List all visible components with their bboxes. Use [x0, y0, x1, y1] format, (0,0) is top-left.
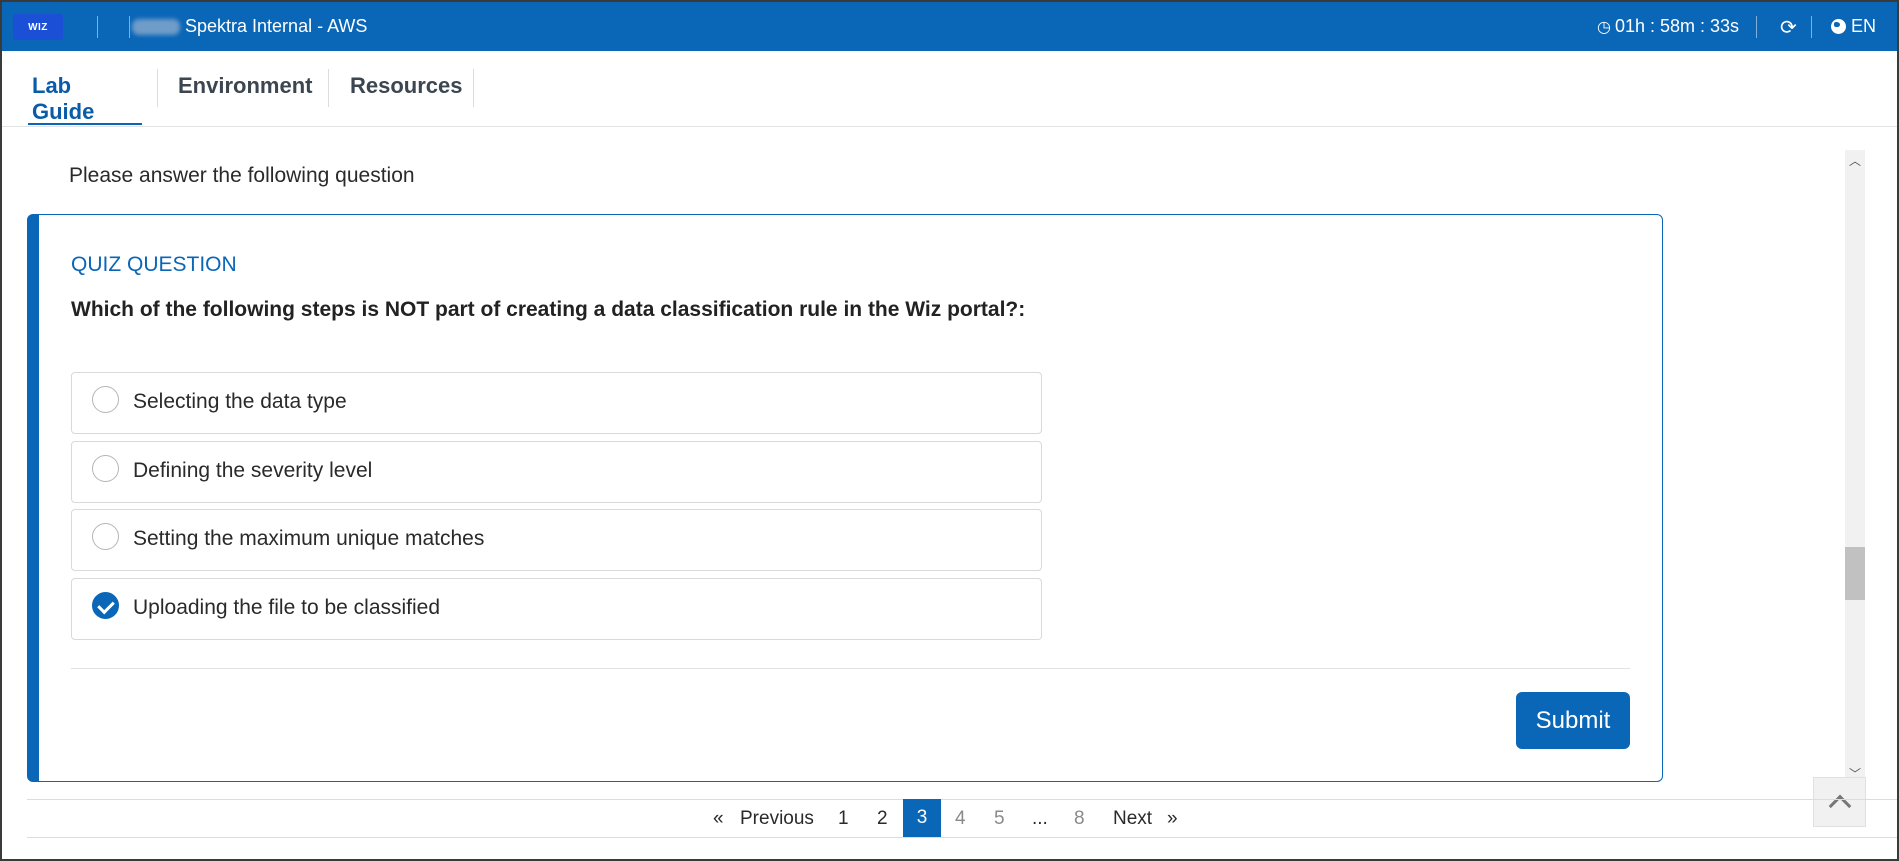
redacted-user-name — [132, 19, 180, 35]
submit-button[interactable]: Submit — [1516, 692, 1630, 749]
radio-button[interactable] — [92, 523, 119, 550]
tab-divider — [328, 69, 329, 107]
tab-resources[interactable]: Resources — [346, 73, 467, 125]
scrollbar-thumb[interactable] — [1845, 547, 1865, 600]
wiz-logo: WIZ — [13, 14, 63, 40]
page-link-4[interactable]: 4 — [955, 808, 966, 830]
pagination-border — [27, 799, 1897, 800]
option-label: Setting the maximum unique matches — [133, 527, 485, 550]
topbar-divider — [97, 16, 98, 38]
page-ellipsis: ... — [1032, 808, 1048, 829]
next-link[interactable]: Next — [1113, 808, 1152, 830]
tab-divider — [473, 69, 474, 107]
quiz-label: QUIZ QUESTION — [71, 253, 237, 276]
page-link-2[interactable]: 2 — [877, 808, 888, 830]
question-prompt: Please answer the following question — [69, 164, 415, 187]
option-label: Defining the severity level — [133, 459, 373, 482]
topbar-divider — [129, 16, 130, 38]
lab-timer: ◷ 01h : 58m : 33s — [1597, 16, 1739, 37]
app-title: Spektra Internal - AWS — [185, 16, 368, 36]
timer-value: 01h : 58m : 33s — [1614, 16, 1740, 36]
radio-button-checked[interactable] — [92, 592, 119, 619]
answer-option[interactable]: Selecting the data type — [71, 372, 1042, 434]
page-link-5[interactable]: 5 — [994, 808, 1005, 830]
tab-divider — [157, 69, 158, 107]
option-label: Uploading the file to be classified — [133, 596, 441, 619]
language-selector[interactable]: EN — [1831, 16, 1876, 37]
topbar-divider — [1811, 16, 1812, 38]
option-label: Selecting the data type — [133, 390, 347, 413]
answer-option[interactable]: Setting the maximum unique matches — [71, 509, 1042, 571]
next-arrow[interactable]: » — [1167, 808, 1178, 830]
app-frame: WIZ Spektra Internal - AWS ◷ 01h : 58m :… — [0, 0, 1899, 861]
globe-icon — [1831, 19, 1846, 34]
scrollbar-track[interactable] — [1845, 150, 1865, 782]
previous-link[interactable]: Previous — [740, 808, 814, 830]
scroll-up-icon[interactable]: ︿ — [1849, 152, 1861, 169]
clock-icon: ◷ — [1597, 18, 1611, 36]
page-link-1[interactable]: 1 — [838, 808, 849, 830]
page-link-8[interactable]: 8 — [1074, 808, 1085, 830]
radio-button[interactable] — [92, 386, 119, 413]
quiz-question: Which of the following steps is NOT part… — [71, 298, 1026, 321]
refresh-icon[interactable]: ⟳ — [1780, 15, 1797, 40]
tab-bar: Lab Guide Environment Resources — [2, 51, 1897, 127]
page-link-current[interactable]: 3 — [903, 799, 941, 837]
card-divider — [71, 668, 1630, 669]
back-to-top-button[interactable] — [1813, 777, 1866, 827]
language-label: EN — [1851, 16, 1877, 36]
radio-button[interactable] — [92, 455, 119, 482]
prev-arrow[interactable]: « — [713, 808, 724, 830]
answer-option[interactable]: Defining the severity level — [71, 441, 1042, 503]
tab-environment[interactable]: Environment — [174, 73, 316, 125]
pagination-border — [27, 837, 1897, 838]
tab-lab-guide[interactable]: Lab Guide — [28, 73, 142, 125]
topbar-divider — [1756, 16, 1757, 38]
top-bar: WIZ Spektra Internal - AWS ◷ 01h : 58m :… — [2, 2, 1897, 51]
answer-option[interactable]: Uploading the file to be classified — [71, 578, 1042, 640]
